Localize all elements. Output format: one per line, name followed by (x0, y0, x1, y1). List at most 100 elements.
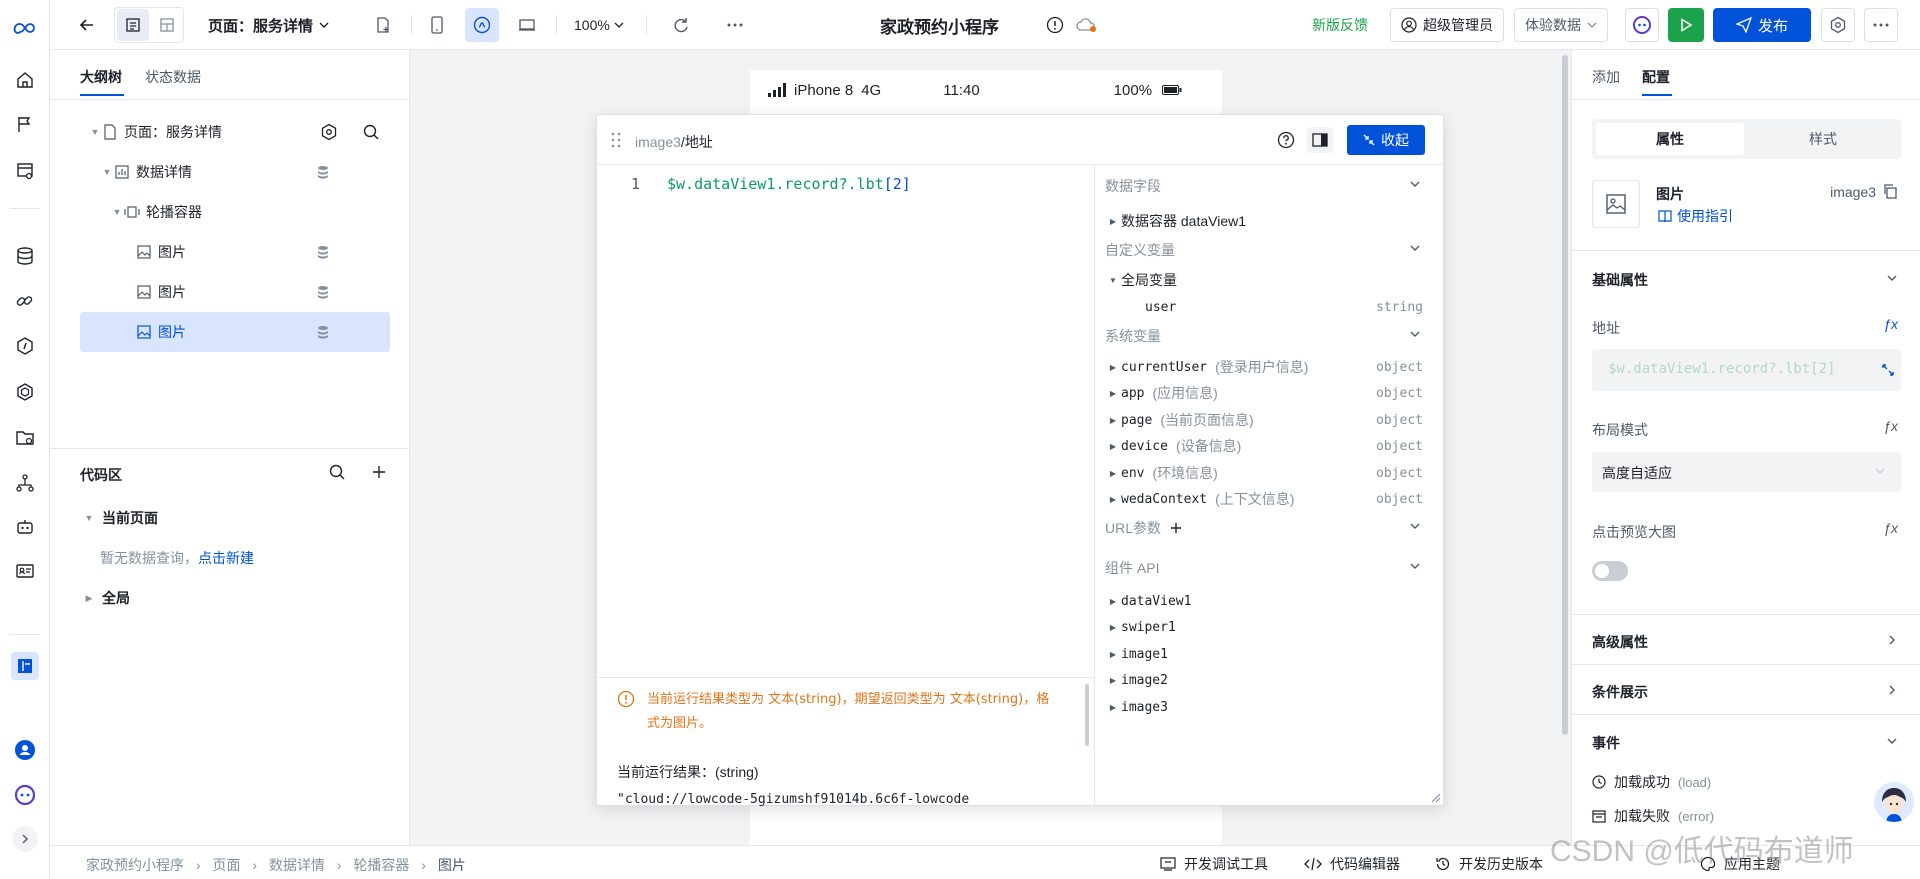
flag-icon[interactable] (12, 111, 38, 137)
more-icon[interactable] (718, 8, 752, 42)
api-item[interactable]: ▶ image1 (1105, 643, 1423, 665)
home-icon[interactable] (12, 67, 38, 93)
var-app[interactable]: ▶ app (应用信息) object (1105, 382, 1423, 404)
api-icon[interactable] (12, 333, 38, 359)
zoom-select[interactable]: 100% (574, 8, 624, 42)
var-device[interactable]: ▶ device (设备信息) object (1105, 435, 1423, 457)
tree-node-image2[interactable]: 图片 (80, 272, 390, 312)
var-page[interactable]: ▶ page (当前页面信息) object (1105, 409, 1423, 431)
var-current-user[interactable]: ▶ currentUser (登录用户信息) object (1105, 356, 1423, 378)
expand-triangle-icon[interactable]: ▼ (110, 207, 124, 217)
conditional-header[interactable]: 条件展示 (1592, 682, 1648, 702)
tree-node-data-detail[interactable]: ▼ 数据详情 (80, 152, 390, 192)
advanced-props-header[interactable]: 高级属性 (1592, 632, 1648, 652)
preview-play-button[interactable] (1668, 8, 1704, 42)
var-weda-context[interactable]: ▶ wedaContext (上下文信息) object (1105, 488, 1423, 510)
preview-toggle[interactable] (1592, 561, 1628, 581)
history-button[interactable]: 开发历史版本 (1435, 854, 1543, 874)
expand-triangle-icon[interactable]: ▶ (1105, 676, 1121, 685)
expand-triangle-icon[interactable]: ▶ (1105, 623, 1121, 632)
chevron-right-icon[interactable] (1886, 684, 1898, 696)
layout-view-icon[interactable] (151, 9, 183, 41)
resize-handle-icon[interactable] (1429, 791, 1441, 803)
expand-triangle-icon[interactable]: ▶ (1105, 217, 1121, 226)
tab-properties[interactable]: 属性 (1596, 123, 1744, 155)
var-user[interactable]: user string (1145, 296, 1423, 318)
canvas-scrollbar[interactable] (1562, 55, 1568, 735)
tree-node-swiper[interactable]: ▼ 轮播容器 (80, 192, 390, 232)
side-panel-toggle-icon[interactable] (1307, 127, 1333, 153)
expand-triangle-icon[interactable]: ▼ (100, 167, 114, 177)
help-icon[interactable] (1277, 131, 1295, 149)
current-page-group[interactable]: ▼ 当前页面 (82, 508, 158, 528)
chevron-down-icon[interactable] (1409, 328, 1421, 340)
desktop-device-icon[interactable] (510, 8, 544, 42)
page-view-icon[interactable] (117, 9, 149, 41)
events-header[interactable]: 事件 (1592, 733, 1620, 753)
page-settings-icon[interactable] (12, 158, 38, 184)
collapse-button[interactable]: 收起 (1347, 125, 1425, 155)
chevron-down-icon[interactable] (1409, 520, 1421, 532)
user-button[interactable]: 超级管理员 (1390, 8, 1504, 42)
tree-node-image1[interactable]: 图片 (80, 232, 390, 272)
tab-styles[interactable]: 样式 (1749, 123, 1897, 155)
expand-rail-icon[interactable] (12, 826, 38, 852)
chevron-right-icon[interactable] (1886, 634, 1898, 646)
expand-triangle-icon[interactable]: ▶ (1105, 442, 1121, 451)
ai-chat-icon[interactable] (12, 782, 38, 808)
expand-triangle-icon[interactable]: ▼ (88, 127, 102, 137)
theme-button[interactable]: 应用主题 (1700, 854, 1780, 874)
search-icon[interactable] (362, 123, 380, 141)
mobile-device-icon[interactable] (420, 8, 454, 42)
tab-config[interactable]: 配置 (1642, 67, 1670, 87)
expand-triangle-icon[interactable]: ▶ (1105, 416, 1121, 425)
search-icon[interactable] (328, 463, 346, 481)
api-item[interactable]: ▶ swiper1 (1105, 616, 1423, 638)
global-group[interactable]: ▶ 全局 (82, 588, 130, 608)
chevron-down-icon[interactable] (1409, 242, 1421, 254)
chevron-down-icon[interactable] (1886, 272, 1898, 284)
expand-triangle-icon[interactable]: ▶ (1105, 469, 1121, 478)
var-env[interactable]: ▶ env (环境信息) object (1105, 462, 1423, 484)
guide-link[interactable]: 使用指引 (1658, 206, 1733, 226)
workflow-icon[interactable] (12, 470, 38, 496)
breadcrumb-item[interactable]: 图片 (438, 857, 466, 873)
database-icon[interactable] (12, 243, 38, 269)
expand-triangle-icon[interactable]: ▶ (1105, 495, 1121, 504)
add-page-icon[interactable] (366, 8, 400, 42)
breadcrumb-item[interactable]: 轮播容器 (353, 857, 409, 873)
tab-state-data[interactable]: 状态数据 (145, 67, 201, 87)
assistant-avatar[interactable] (1874, 782, 1914, 822)
editor-layout-icon[interactable] (11, 652, 39, 680)
breadcrumb-item[interactable]: 页面 (212, 857, 240, 873)
event-load[interactable]: 加载成功 (load) (1592, 772, 1711, 792)
miniprogram-device-icon[interactable] (465, 8, 499, 42)
api-item[interactable]: ▶ image3 (1105, 696, 1423, 718)
info-icon[interactable] (1045, 15, 1065, 35)
ai-assistant-icon[interactable] (1625, 8, 1659, 42)
result-scrollbar[interactable] (1085, 684, 1089, 746)
tree-node-page[interactable]: ▼ 页面：服务详情 (80, 112, 390, 152)
create-query-link[interactable]: 点击新建 (198, 550, 254, 566)
tab-outline[interactable]: 大纲树 (80, 67, 122, 87)
chevron-down-icon[interactable] (1886, 735, 1898, 747)
expand-triangle-icon[interactable]: ▼ (82, 513, 96, 523)
drag-handle-icon[interactable] (611, 132, 621, 148)
copy-icon[interactable] (1882, 183, 1898, 199)
address-input[interactable]: $w.dataView1.record?.lbt[2] (1592, 349, 1901, 391)
link-icon[interactable] (12, 288, 38, 314)
expand-editor-icon[interactable] (1881, 363, 1895, 377)
more-menu-icon[interactable] (1864, 8, 1898, 42)
event-error[interactable]: 加载失败 (error) (1592, 806, 1714, 826)
settings-icon[interactable] (1821, 8, 1855, 42)
api-item[interactable]: ▶ dataView1 (1105, 590, 1423, 612)
page-settings-icon[interactable] (320, 123, 338, 141)
expand-triangle-icon[interactable]: ▶ (82, 593, 96, 604)
breadcrumb-item[interactable]: 家政预约小程序 (86, 857, 184, 873)
var-global[interactable]: ▼ 全局变量 (1105, 269, 1423, 291)
cloud-status-icon[interactable] (1076, 15, 1098, 35)
expand-triangle-icon[interactable]: ▼ (1105, 276, 1121, 285)
fx-icon[interactable]: ƒx (1883, 418, 1898, 434)
user-card-icon[interactable] (12, 558, 38, 584)
code-editor-button[interactable]: 代码编辑器 (1304, 854, 1400, 874)
